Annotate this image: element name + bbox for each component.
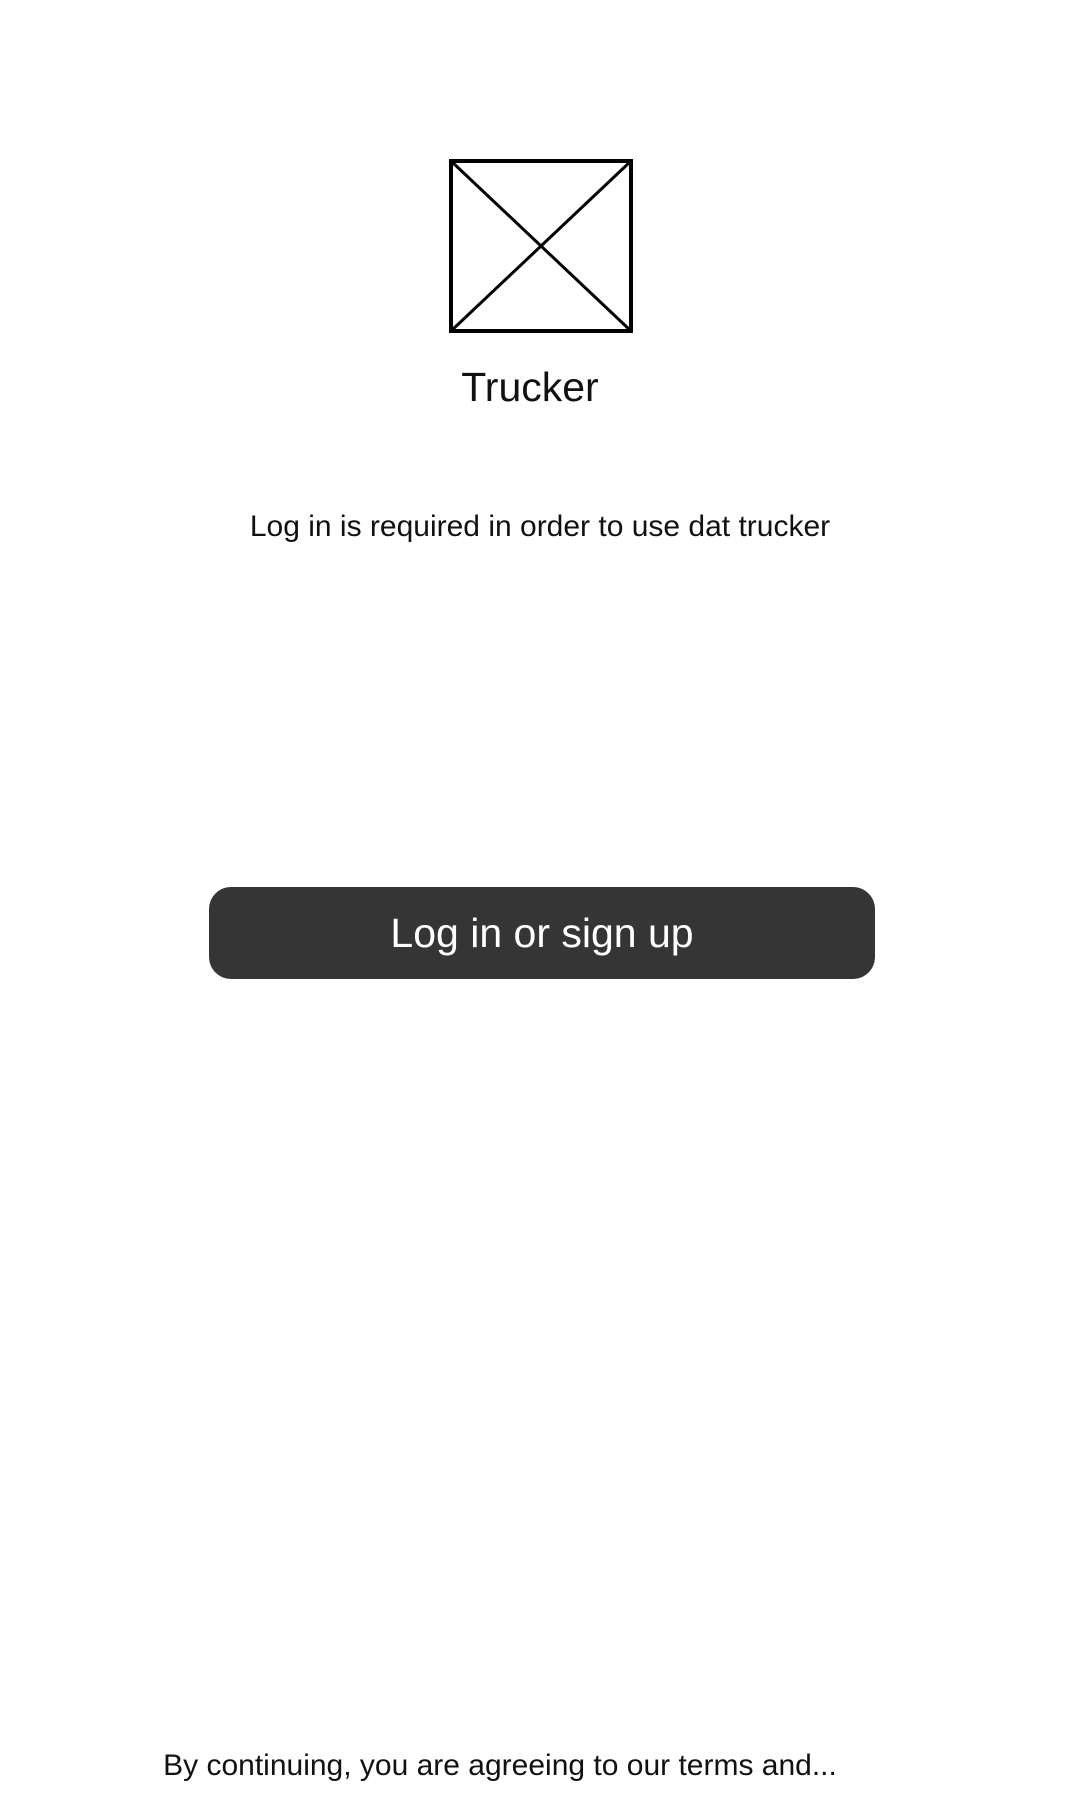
- image-placeholder-icon: [449, 159, 633, 333]
- login-required-message: Log in is required in order to use dat t…: [249, 510, 831, 543]
- app-title: Trucker: [461, 364, 599, 410]
- logo-placeholder-graphic: [449, 159, 633, 333]
- login-or-signup-button[interactable]: Log in or sign up: [209, 887, 875, 979]
- terms-notice: By continuing, you are agreeing to our t…: [163, 1749, 837, 1782]
